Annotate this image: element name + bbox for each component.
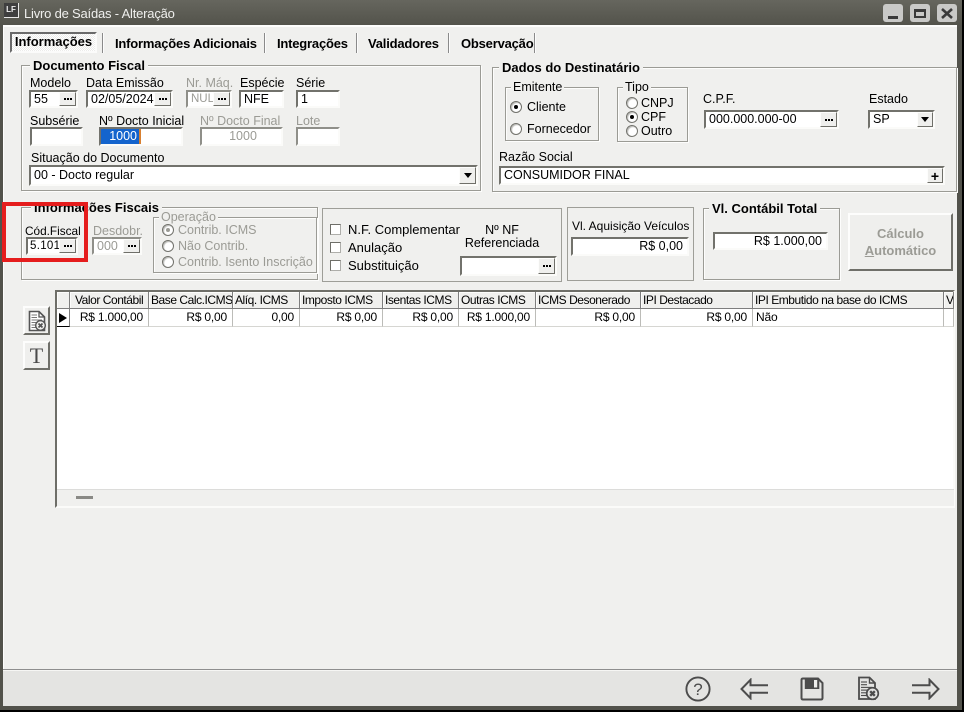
svg-text:?: ? [693,680,702,699]
